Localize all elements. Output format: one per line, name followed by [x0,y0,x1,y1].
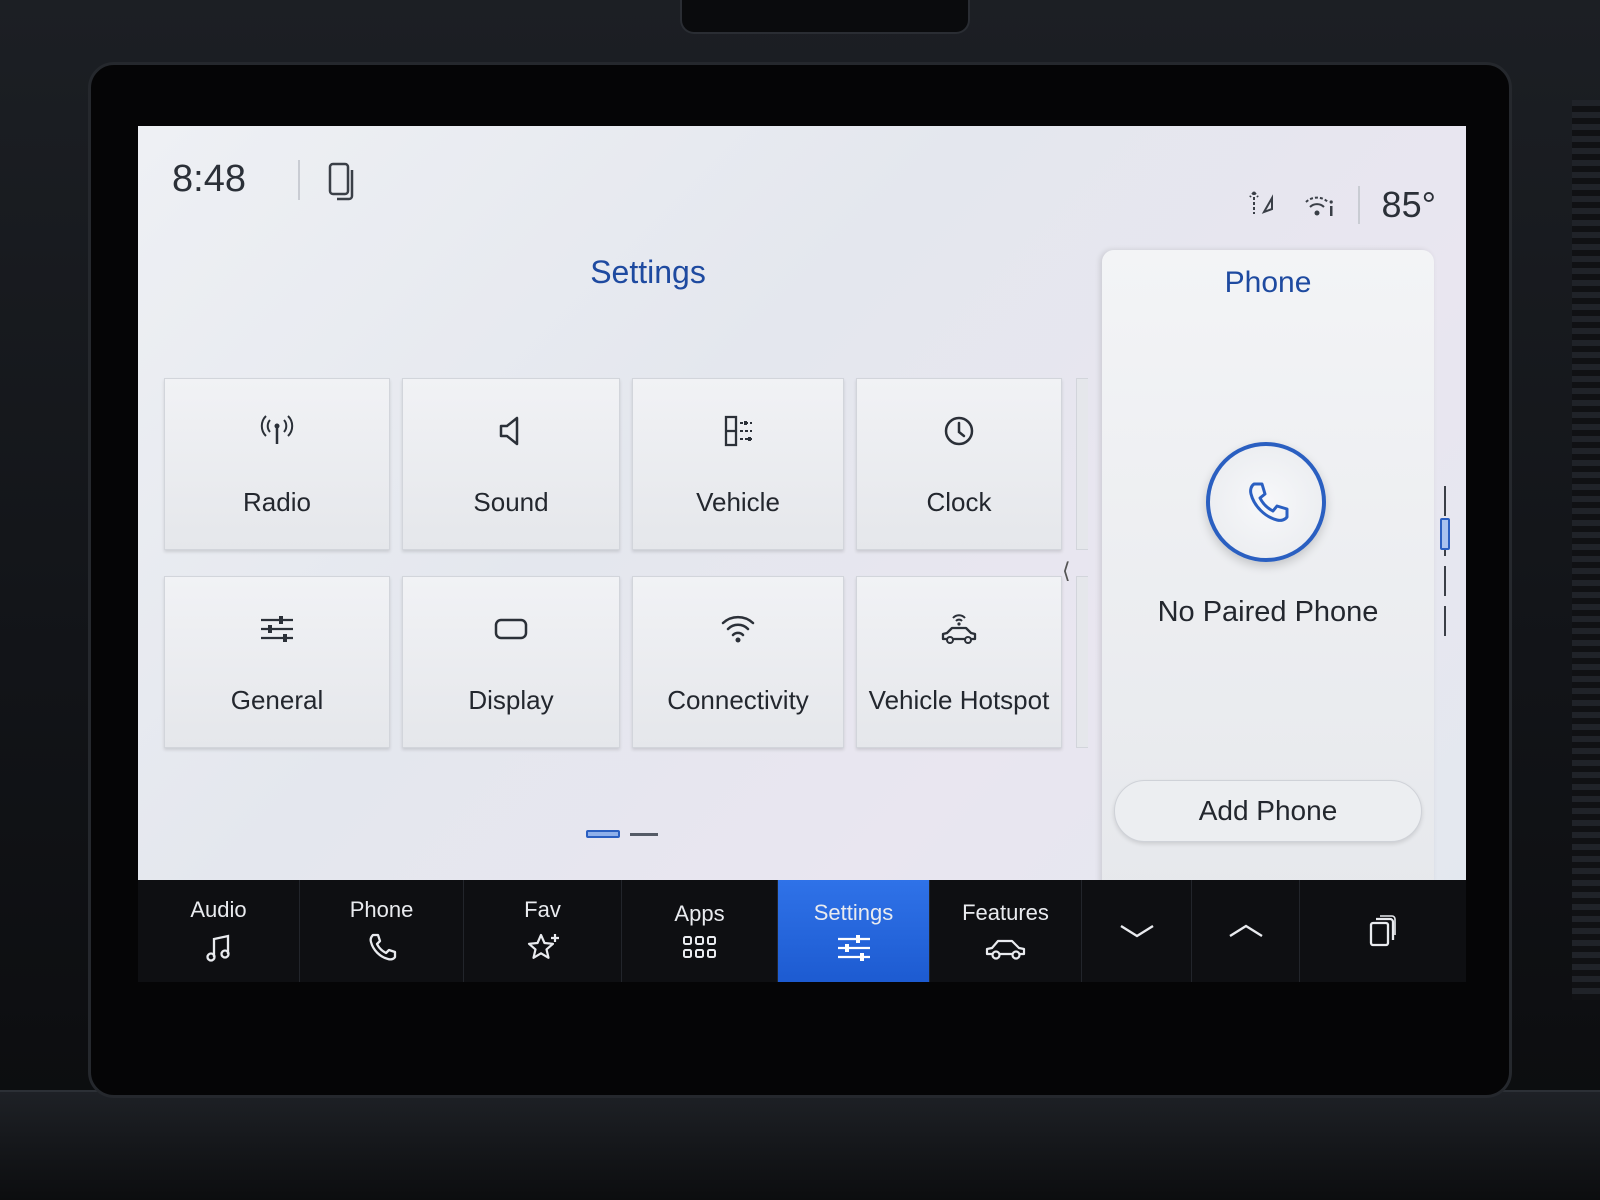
status-divider [298,160,300,200]
tile-label: Connectivity [667,684,809,715]
infotainment-screen: 8:48 85° Settings Radio Sound Vehicle Cl… [138,126,1466,982]
next-page-tile-peek [1076,576,1088,748]
nav-fav[interactable]: Fav [464,880,622,982]
music-note-icon [205,934,230,962]
tile-label: Sound [473,486,549,517]
nav-label: Audio [190,897,247,922]
nav-audio[interactable]: Audio [138,880,300,982]
clock-icon [944,416,974,445]
nav-label: Apps [674,901,725,926]
nav-screens-button[interactable] [1300,880,1466,982]
nav-label: Phone [349,897,414,922]
tile-vehicle-hotspot[interactable]: Vehicle Hotspot [856,576,1062,748]
add-phone-button[interactable]: Add Phone [1114,780,1422,842]
tile-label: General [230,684,324,715]
nav-expand-button[interactable] [1192,880,1300,982]
next-page-tile-peek [1076,378,1088,550]
phone-panel-title: Phone [1224,266,1312,299]
wifi-hotspot-icon [1304,196,1333,216]
phone-panel: Phone No Paired Phone Add Phone [1102,250,1434,910]
scrollbar-thumb[interactable] [1440,518,1450,550]
sliders-icon [261,615,293,642]
page-dot-active[interactable] [586,830,620,838]
tile-general[interactable]: General [164,576,390,748]
apps-grid-icon [682,936,716,958]
wifi-icon [721,615,755,642]
car-icon [985,939,1025,960]
sliders-icon [837,935,870,961]
main-content: 8:48 85° Settings Radio Sound Vehicle Cl… [138,126,1466,910]
tile-radio[interactable]: Radio [164,378,390,550]
tile-label: Vehicle [696,486,780,517]
speaker-icon [499,416,519,445]
tile-sound[interactable]: Sound [402,378,620,550]
tile-vehicle[interactable]: Vehicle [632,378,844,550]
tile-label: Clock [926,486,992,517]
bottom-nav-bar: Audio Phone Fav Apps Settings Features [138,880,1466,982]
tile-label: Vehicle Hotspot [868,684,1050,715]
car-hotspot-icon [941,613,977,644]
nav-phone[interactable]: Phone [300,880,464,982]
top-vent [680,0,970,34]
status-indicators: 85° [1246,184,1436,226]
phone-status-text: No Paired Phone [1157,596,1379,628]
star-add-icon [527,933,559,959]
settings-grid: Radio Sound Vehicle Clock General Displa… [164,378,1062,748]
chevron-down-icon [1119,924,1154,938]
tile-clock[interactable]: Clock [856,378,1062,550]
page-dot[interactable] [630,832,658,836]
tile-label: Display [468,684,554,715]
outside-temperature: 85° [1381,184,1436,225]
right-vent [1572,100,1600,1000]
phone-icon [1249,482,1289,522]
nav-features[interactable]: Features [930,880,1082,982]
phone-icon [368,933,396,961]
nav-apps[interactable]: Apps [622,880,778,982]
phone-projection-icon[interactable] [328,162,358,202]
data-transfer-icon [1248,191,1273,214]
nav-label: Features [962,900,1049,925]
nav-label: Settings [813,900,894,925]
nav-settings[interactable]: Settings [778,880,930,982]
radio-antenna-icon [260,414,294,444]
tile-label: Radio [243,486,311,517]
display-icon [494,618,528,639]
nav-collapse-button[interactable] [1082,880,1192,982]
tile-display[interactable]: Display [402,576,620,748]
tile-connectivity[interactable]: Connectivity [632,576,844,748]
settings-title: Settings [590,254,706,290]
status-time: 8:48 [172,158,246,200]
chevron-left-icon[interactable]: ⟨ [1062,558,1071,584]
chevron-up-icon [1228,924,1263,938]
status-divider-right [1357,186,1360,224]
panel-scrollbar[interactable] [1444,486,1448,646]
page-indicator [586,830,658,838]
screens-icon [1369,915,1396,947]
dashboard-trim [0,1090,1600,1200]
call-button[interactable] [1206,442,1326,562]
nav-label: Fav [524,897,561,922]
vehicle-settings-icon [724,415,752,446]
